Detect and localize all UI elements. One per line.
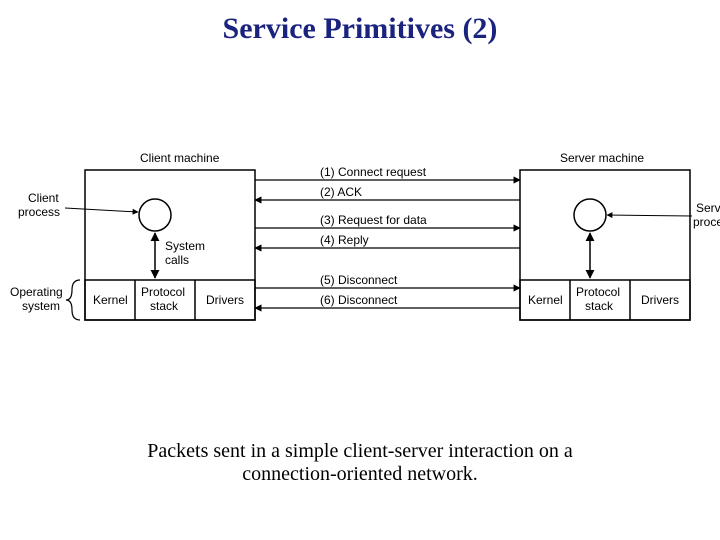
client-protocol-label-2: stack — [150, 299, 179, 313]
os-brace — [66, 280, 80, 320]
messages: (1) Connect request (2) ACK (3) Request … — [255, 165, 520, 308]
client-process-circle — [139, 199, 171, 231]
msg-2: (2) ACK — [320, 185, 362, 199]
client-protocol-label-1: Protocol — [141, 285, 185, 299]
caption-line-2: connection-oriented network. — [242, 463, 477, 485]
client-drivers-label: Drivers — [206, 293, 244, 307]
client-process-leader — [65, 208, 138, 212]
caption-line-1: Packets sent in a simple client-server i… — [147, 440, 572, 462]
caption: Packets sent in a simple client-server i… — [60, 440, 660, 486]
msg-6: (6) Disconnect — [320, 293, 398, 307]
os-label-1: Operating — [10, 285, 63, 299]
client-process-label-2: process — [18, 205, 60, 219]
server-process-label-1: Server — [696, 201, 720, 215]
system-calls-label-1: System — [165, 239, 205, 253]
client-process-label-1: Client — [28, 191, 59, 205]
server-machine-box: Server machine Kernel Protocol stack Dri… — [520, 151, 690, 320]
os-label-2: system — [22, 299, 60, 313]
system-calls-label-2: calls — [165, 253, 189, 267]
server-protocol-label-2: stack — [585, 299, 614, 313]
diagram: Client machine System calls Kernel Proto… — [0, 140, 720, 400]
server-process-leader — [607, 215, 692, 216]
msg-3: (3) Request for data — [320, 213, 427, 227]
server-machine-label: Server machine — [560, 151, 644, 165]
server-protocol-label-1: Protocol — [576, 285, 620, 299]
msg-5: (5) Disconnect — [320, 273, 398, 287]
client-machine-label: Client machine — [140, 151, 220, 165]
client-kernel-label: Kernel — [93, 293, 128, 307]
server-drivers-label: Drivers — [641, 293, 679, 307]
msg-4: (4) Reply — [320, 233, 369, 247]
server-process-circle — [574, 199, 606, 231]
slide: Service Primitives (2) Client machine Sy… — [0, 0, 720, 540]
server-kernel-label: Kernel — [528, 293, 563, 307]
slide-title: Service Primitives (2) — [0, 12, 720, 46]
msg-1: (1) Connect request — [320, 165, 427, 179]
client-machine-box: Client machine System calls Kernel Proto… — [85, 151, 255, 320]
server-process-label-2: process — [693, 215, 720, 229]
